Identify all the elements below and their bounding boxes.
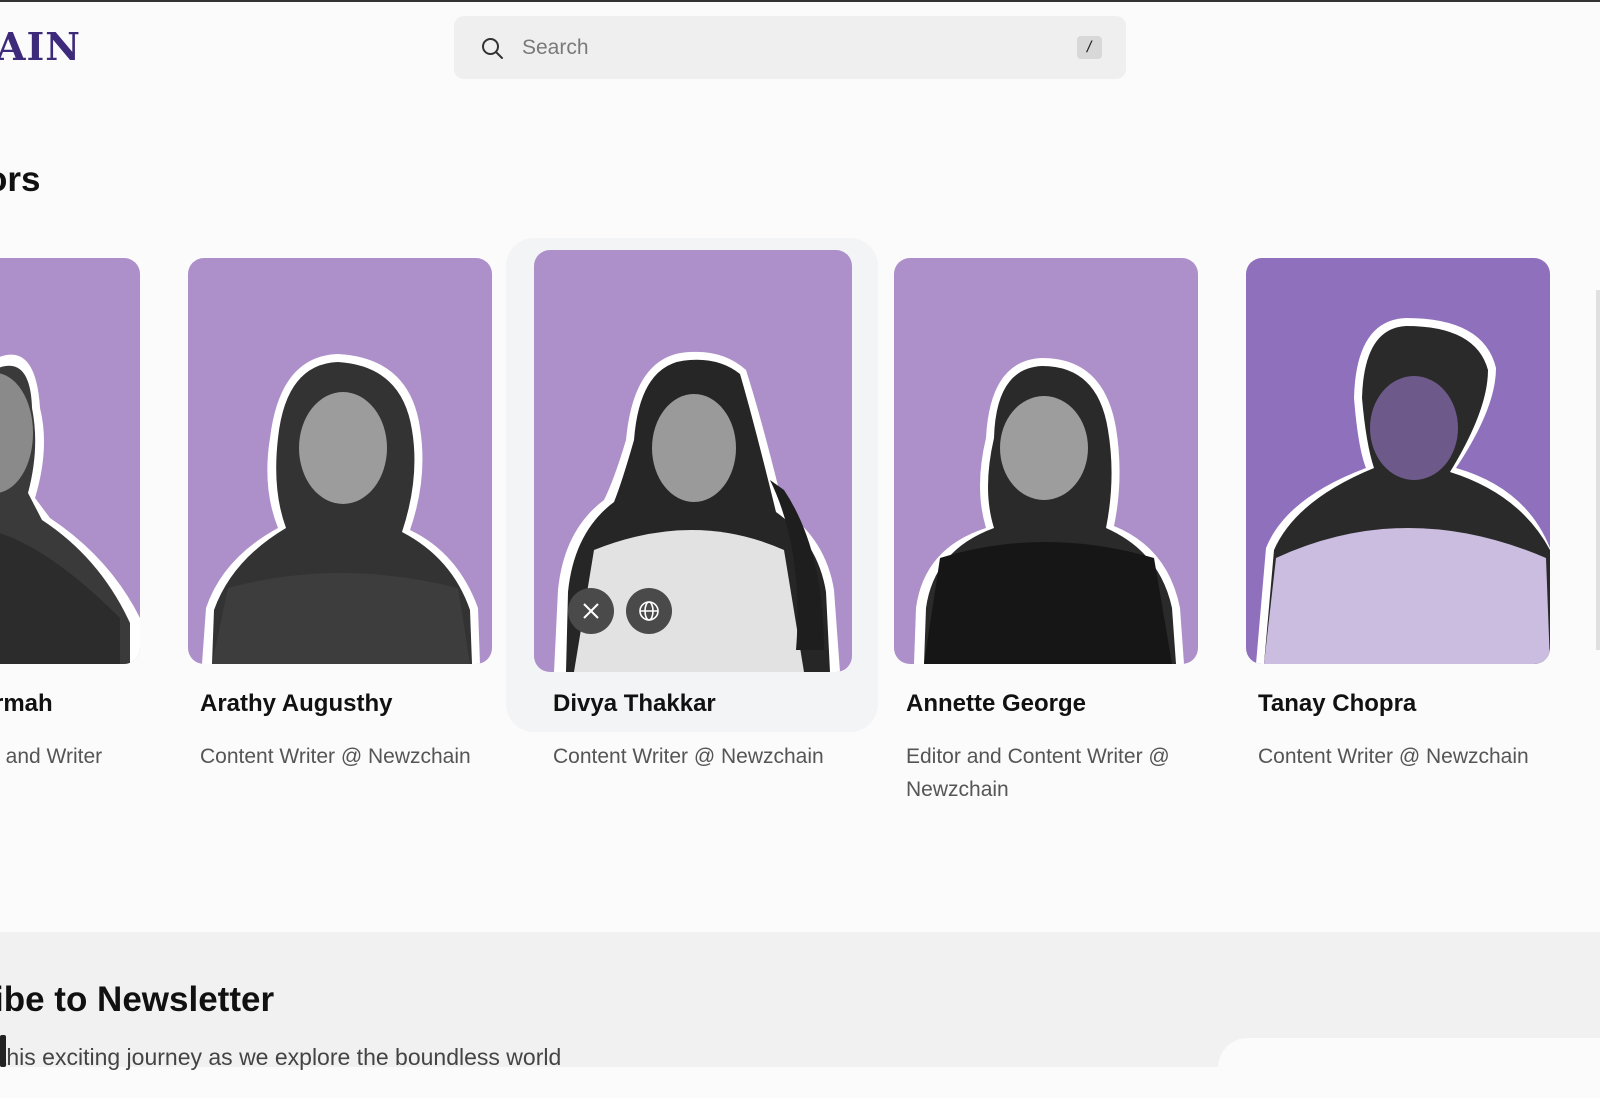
author-role: Content Writer @ Newzchain <box>200 745 471 768</box>
author-card-photo[interactable] <box>894 258 1198 664</box>
search-input[interactable] <box>520 30 1044 66</box>
section-title: ors <box>0 160 41 199</box>
newsletter-email-field[interactable] <box>1218 1038 1600 1098</box>
newsletter-title: ibe to Newsletter <box>0 980 275 1019</box>
author-card-photo[interactable] <box>188 258 492 664</box>
site-logo[interactable]: AIN <box>0 24 81 69</box>
next-author-card-edge <box>1596 290 1600 650</box>
search-bar[interactable]: / <box>454 16 1126 79</box>
author-card-photo[interactable] <box>1246 258 1550 664</box>
author-card-photo-featured[interactable] <box>534 250 852 672</box>
author-role: Content Writer @ Newzchain <box>1258 745 1529 768</box>
cursor-edge-mark <box>0 1035 6 1067</box>
author-portrait <box>1256 318 1550 664</box>
x-icon <box>583 603 599 619</box>
author-role: Editor and Content Writer @ Newzchain <box>906 745 1170 801</box>
globe-icon <box>639 601 659 621</box>
author-name[interactable]: Arathy Augusthy <box>200 690 392 718</box>
top-border <box>0 0 1600 2</box>
author-name[interactable]: Tanay Chopra <box>1258 690 1416 718</box>
author-name[interactable]: rmah <box>0 690 53 718</box>
author-name[interactable]: Annette George <box>906 690 1086 718</box>
search-icon <box>482 38 503 59</box>
search-shortcut-key: / <box>1077 36 1102 59</box>
author-name[interactable]: Divya Thakkar <box>553 690 716 718</box>
website-social-link[interactable] <box>626 588 672 634</box>
author-card-photo[interactable] <box>0 258 140 664</box>
author-portrait <box>0 354 140 664</box>
author-role: Content Writer @ Newzchain <box>553 745 824 768</box>
x-social-link[interactable] <box>568 588 614 634</box>
author-portrait <box>914 358 1184 664</box>
author-portrait <box>202 354 480 664</box>
